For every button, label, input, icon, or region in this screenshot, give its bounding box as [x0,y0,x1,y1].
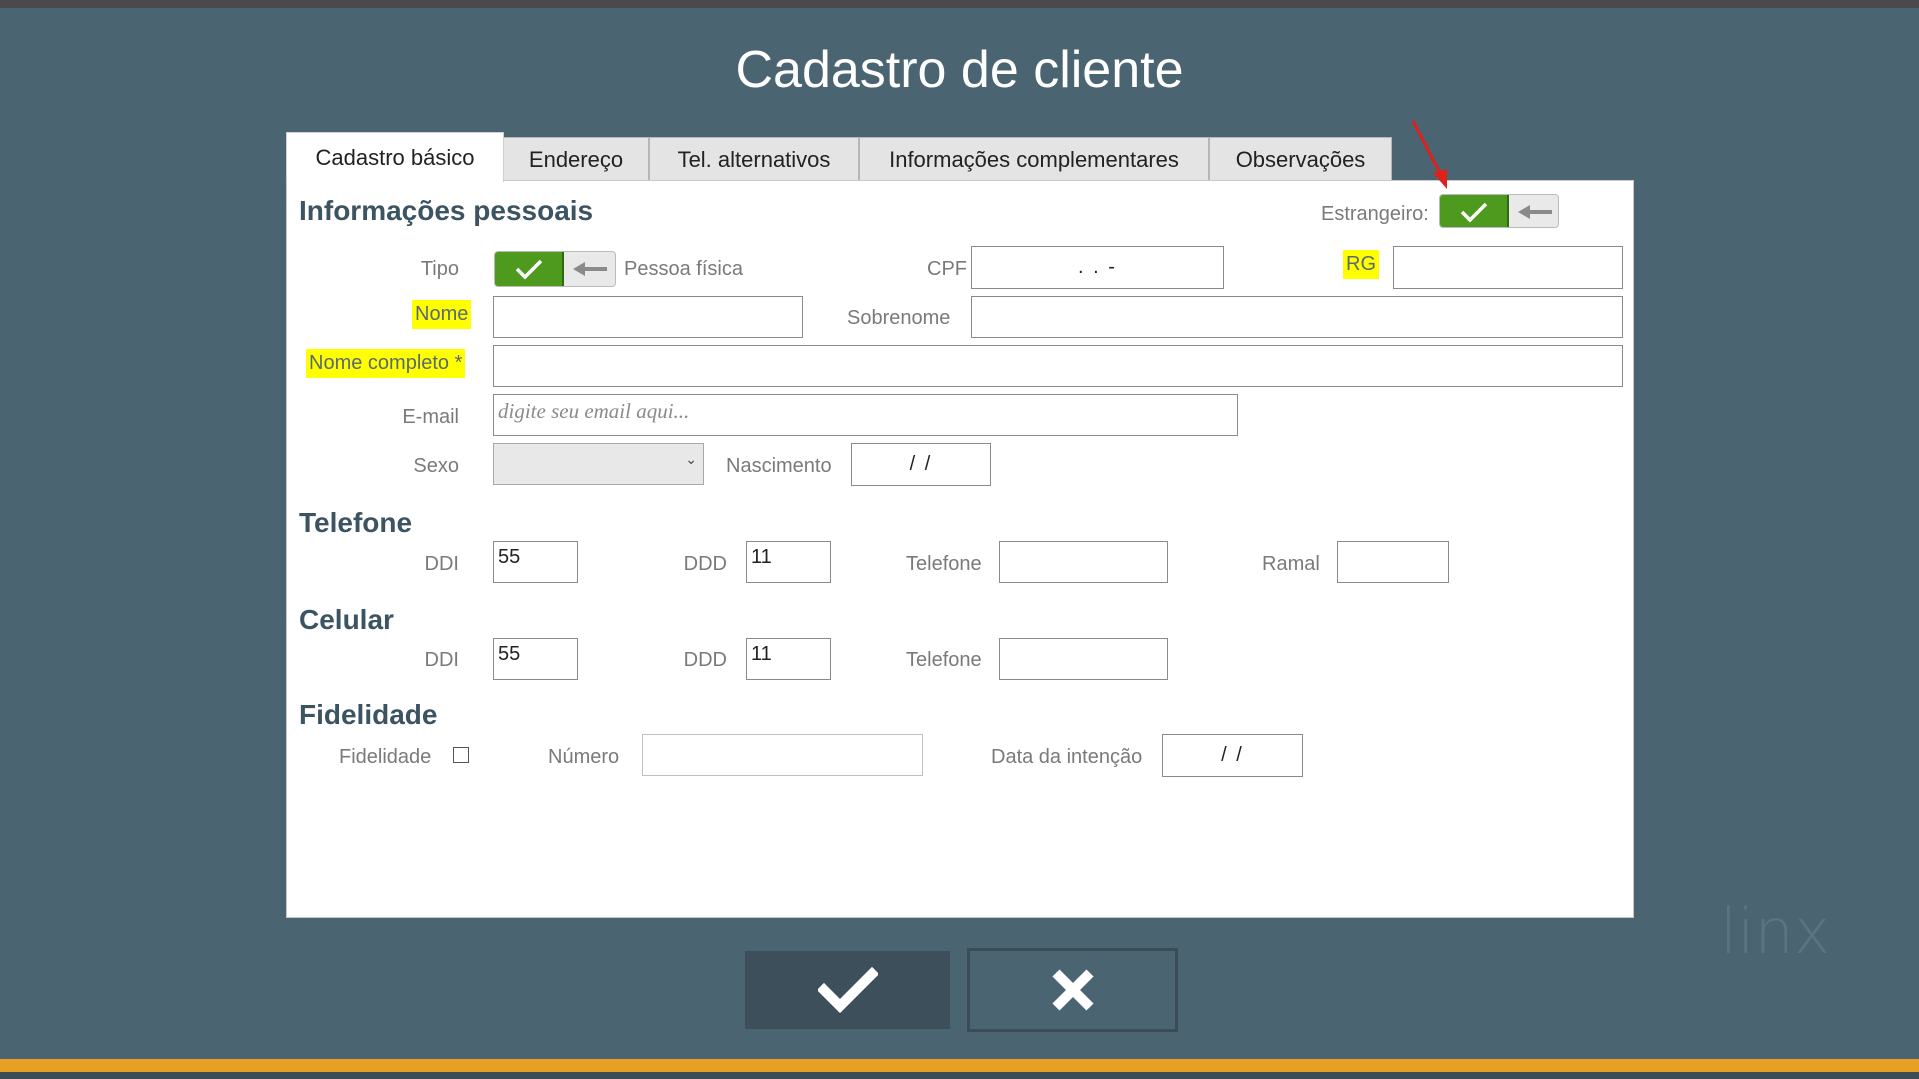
tipo-value: Pessoa física [624,258,743,280]
email-label: E-mail [402,406,459,428]
celular-numero-label: Telefone [906,649,982,671]
tab-tel-alternativos[interactable]: Tel. alternativos [649,137,859,181]
check-icon [495,252,564,286]
section-heading-telefone: Telefone [299,507,413,538]
sexo-label: Sexo [413,455,459,477]
section-heading-fidelidade: Fidelidade [299,699,438,730]
email-input[interactable]: digite seu email aqui... [493,394,1238,436]
nascimento-label: Nascimento [726,455,832,477]
celular-ddd-label: DDD [683,649,727,671]
close-icon [1051,969,1094,1011]
celular-ddi-input[interactable]: 55 [493,638,578,680]
rg-input[interactable] [1393,246,1623,289]
telefone-numero-input[interactable] [999,541,1168,583]
ramal-input[interactable] [1337,541,1449,583]
fidelidade-label: Fidelidade [339,746,432,768]
nome-completo-input[interactable] [493,345,1623,387]
telefone-numero-label: Telefone [906,553,982,575]
tab-observacoes[interactable]: Observações [1209,137,1392,181]
data-intencao-label: Data da intenção [991,746,1143,768]
cancel-button[interactable] [967,948,1178,1032]
fidelidade-checkbox[interactable] [453,747,469,763]
rg-label: RG [1343,250,1379,279]
cpf-input[interactable]: . . - [971,246,1224,289]
nome-input[interactable] [493,296,803,338]
annotation-arrow-icon [1411,120,1447,189]
celular-numero-input[interactable] [999,638,1168,680]
celular-ddd-input[interactable]: 11 [746,638,831,680]
celular-ddi-label: DDI [424,649,459,671]
tab-endereco[interactable]: Endereço [503,137,649,181]
confirm-button[interactable] [745,951,950,1029]
arrow-left-icon [1509,195,1558,227]
ramal-label: Ramal [1262,553,1320,575]
linx-logo-watermark: linx [1720,895,1831,968]
telefone-ddd-label: DDD [683,553,727,575]
nome-label: Nome [412,300,472,329]
tab-informacoes-complementares[interactable]: Informações complementares [859,137,1209,181]
tipo-toggle[interactable] [494,251,616,287]
check-icon [1440,195,1509,227]
sobrenome-label: Sobrenome [847,307,951,329]
numero-label: Número [548,746,620,768]
top-bar [0,0,1919,8]
estrangeiro-label: Estrangeiro: [1321,203,1429,225]
bottom-bar [0,1072,1919,1079]
cpf-label: CPF [927,258,967,280]
numero-input[interactable] [642,734,923,776]
data-intencao-input[interactable]: / / [1162,734,1303,777]
section-heading-pessoais: Informações pessoais [299,195,594,226]
bottom-accent-bar [0,1059,1919,1072]
arrow-left-icon [564,252,615,286]
sexo-select[interactable]: ⌄ [493,443,704,485]
telefone-ddd-input[interactable]: 11 [746,541,831,583]
telefone-ddi-label: DDI [424,553,459,575]
email-placeholder: digite seu email aqui... [498,399,690,423]
telefone-ddi-input[interactable]: 55 [493,541,578,583]
chevron-down-icon: ⌄ [685,451,697,467]
tipo-label: Tipo [420,258,459,280]
nome-completo-label: Nome completo * [306,349,466,378]
page-title: Cadastro de cliente [735,41,1184,99]
tab-cadastro-basico[interactable]: Cadastro básico [286,132,504,182]
estrangeiro-toggle[interactable] [1439,194,1559,228]
check-icon [817,966,878,1014]
form-panel: Informações pessoais Estrangeiro: Tipo P… [286,180,1634,918]
sobrenome-input[interactable] [971,296,1623,338]
nascimento-input[interactable]: / / [851,443,991,486]
section-heading-celular: Celular [299,604,394,635]
